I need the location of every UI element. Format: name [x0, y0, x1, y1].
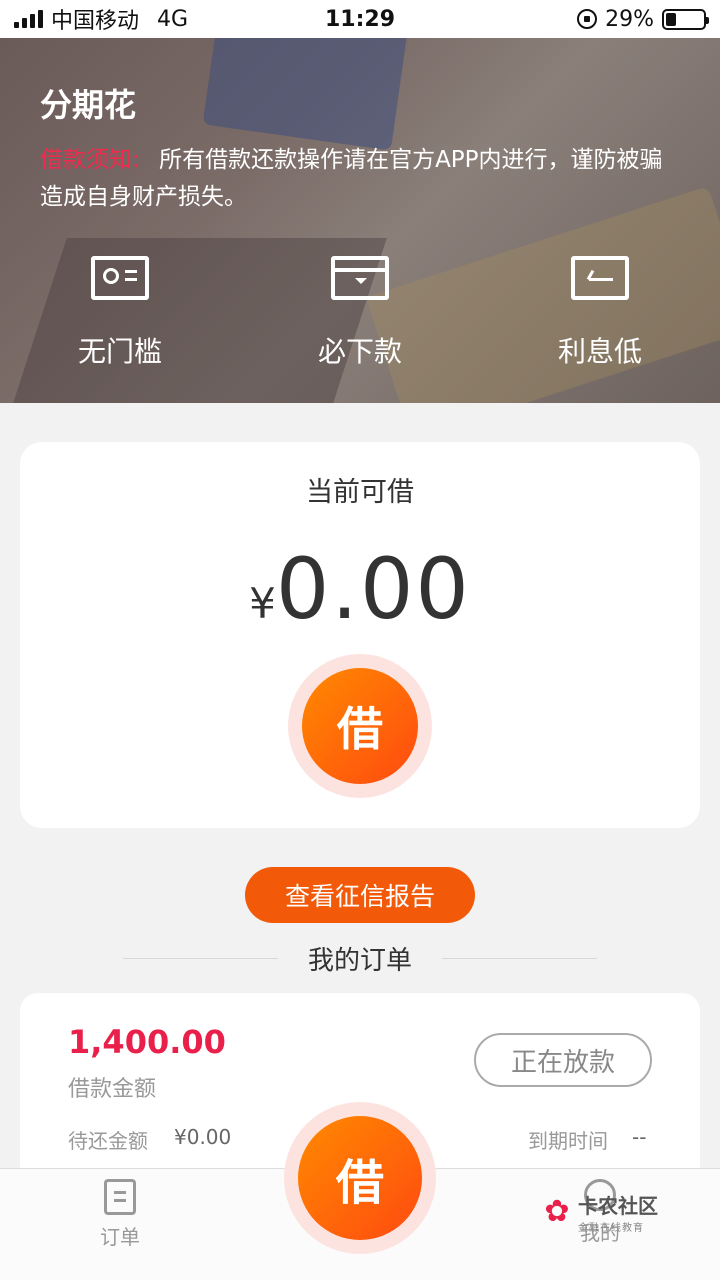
due-value: -- — [632, 1125, 647, 1149]
feature-list: 无门槛 必下款 利息低 — [0, 256, 720, 370]
app-title: 分期花 — [40, 86, 137, 124]
watermark-logo-icon: ✿ — [544, 1194, 570, 1229]
pending-value: ¥0.00 — [174, 1125, 232, 1149]
pending-label: 待还金额 — [68, 1129, 148, 1153]
watermark: ✿ 卡农社区 金融在线教育 — [540, 1190, 658, 1234]
available-caption: 当前可借 — [306, 477, 414, 508]
amount-value: 0.00 — [275, 540, 471, 638]
status-right: 29% — [577, 6, 709, 32]
divider — [122, 957, 278, 959]
watermark-main: 卡农社区 — [578, 1194, 658, 1218]
id-card-icon — [91, 256, 149, 300]
signal-icon — [14, 10, 43, 28]
order-status-badge[interactable]: 正在放款 — [474, 1033, 652, 1087]
order-amount-label: 借款金额 — [68, 1077, 157, 1102]
currency-symbol: ¥ — [249, 579, 276, 628]
carrier: 中国移动 — [51, 9, 140, 34]
available-amount: ¥0.00 — [20, 540, 700, 638]
battery-icon — [662, 8, 709, 30]
orders-title: 我的订单 — [307, 945, 412, 976]
hero-background-card — [202, 38, 408, 151]
status-left: 中国移动 4G — [14, 3, 188, 35]
borrow-button-ring: 借 — [288, 654, 432, 798]
tab-label: 订单 — [100, 1225, 140, 1249]
hero-banner: 分期花 借款须知: 所有借款还款操作请在官方APP内进行，谨防被骗造成自身财产损… — [0, 38, 720, 403]
available-loan-card: 当前可借 ¥0.00 借 — [20, 442, 700, 828]
watermark-text: 卡农社区 金融在线教育 — [578, 1190, 658, 1234]
credit-report-button[interactable]: 查看征信报告 — [245, 867, 475, 923]
feature-low-interest: 利息低 — [480, 256, 720, 370]
orders-section-header: 我的订单 — [0, 938, 720, 978]
borrow-button[interactable]: 借 — [302, 668, 418, 784]
orders-icon — [104, 1179, 136, 1215]
orientation-lock-icon — [577, 9, 598, 29]
low-rate-icon — [571, 256, 629, 300]
watermark-sub: 金融在线教育 — [578, 1223, 644, 1234]
feature-guaranteed: 必下款 — [240, 256, 480, 370]
card-icon — [331, 256, 389, 300]
battery-percent: 29% — [605, 6, 654, 32]
loan-notice: 借款须知: 所有借款还款操作请在官方APP内进行，谨防被骗造成自身财产损失。 — [40, 142, 680, 216]
tab-borrow-ring: 借 — [284, 1102, 436, 1254]
notice-label: 借款须知: — [40, 147, 140, 173]
feature-label: 必下款 — [317, 335, 402, 368]
tab-orders[interactable]: 订单 — [60, 1179, 180, 1250]
status-bar: 中国移动 4G 11:29 29% — [0, 0, 720, 38]
feature-no-threshold: 无门槛 — [0, 256, 240, 370]
feature-label: 利息低 — [557, 335, 642, 368]
divider — [442, 957, 597, 959]
tab-borrow-button[interactable]: 借 — [298, 1116, 422, 1240]
order-amount: 1,400.00 — [68, 1023, 226, 1061]
network-type: 4G — [157, 6, 189, 32]
due-label: 到期时间 — [528, 1129, 608, 1153]
feature-label: 无门槛 — [77, 335, 162, 368]
